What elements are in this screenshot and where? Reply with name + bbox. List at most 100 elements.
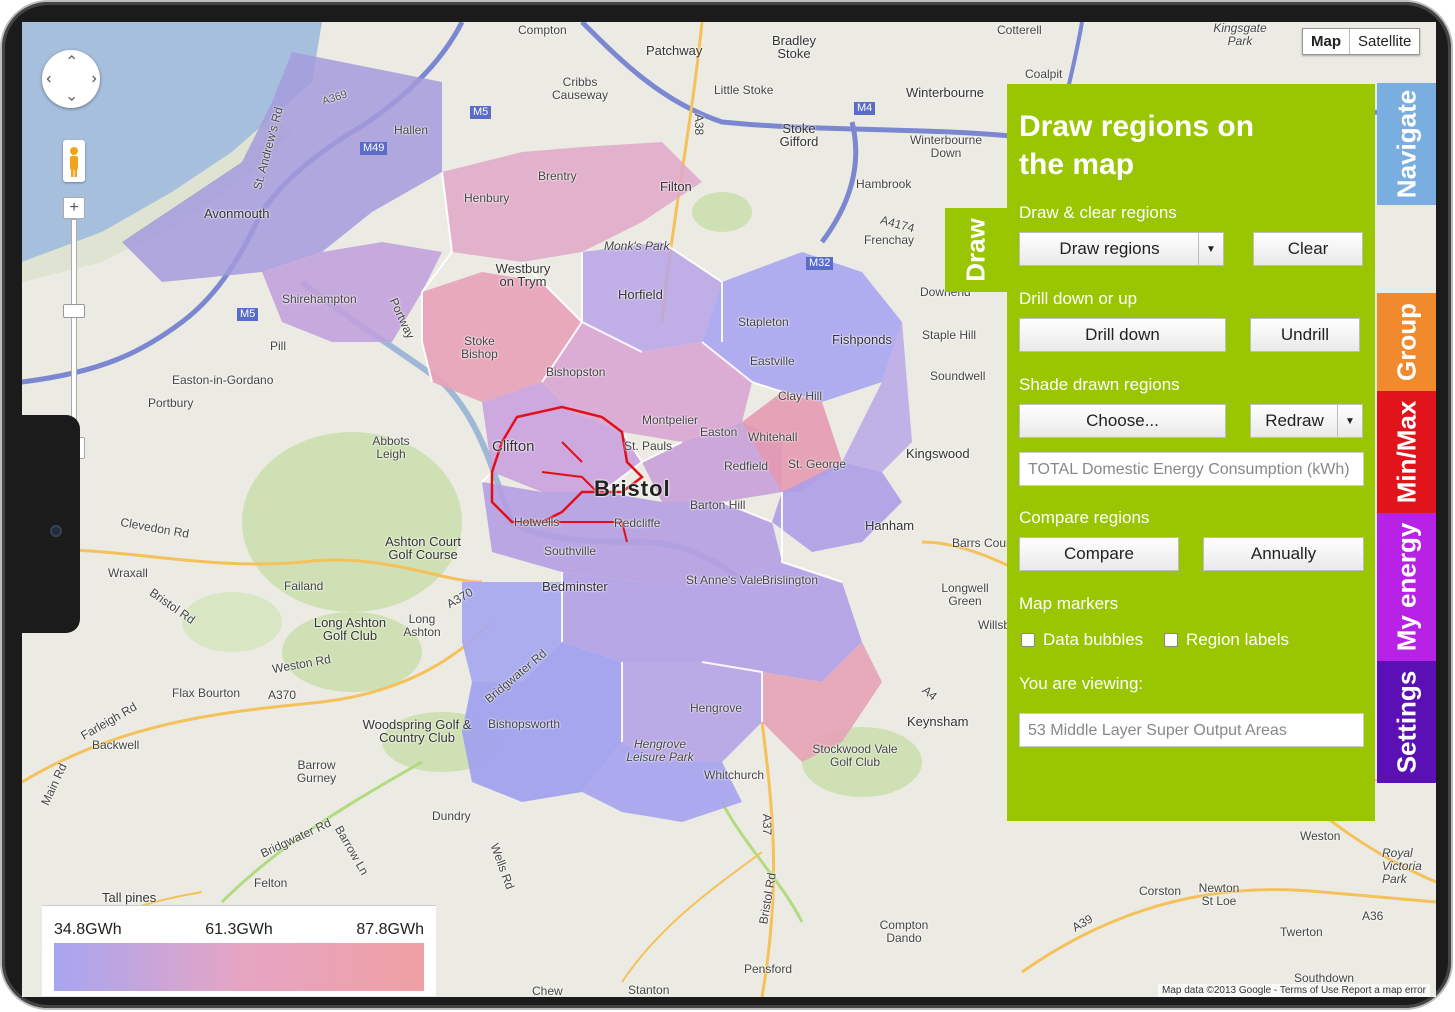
place-label: Chew: [532, 984, 563, 998]
place-label: Bishopston: [546, 365, 606, 379]
map-copyright[interactable]: Map data ©2013 Google - Terms of Use Rep…: [1158, 984, 1430, 997]
place-label: Bishopsworth: [488, 717, 561, 731]
tab-minmax[interactable]: Min/Max: [1377, 391, 1436, 513]
place-label: St. George: [788, 457, 847, 471]
draw-regions-button[interactable]: Draw regions ▼: [1019, 232, 1224, 266]
checkbox-icon[interactable]: [1021, 633, 1035, 647]
place-label: Bradley Stoke: [771, 33, 817, 61]
legend-color-ramp: [54, 943, 424, 991]
checkbox-icon[interactable]: [1164, 633, 1178, 647]
map-type-control: Map Satellite: [1302, 28, 1421, 55]
place-label: Wraxall: [108, 566, 148, 580]
tab-group-label: Group: [1391, 303, 1421, 381]
tab-my-energy[interactable]: My energy: [1377, 513, 1436, 661]
place-label: Hengrove Leisure Park: [626, 737, 694, 764]
chevron-down-icon[interactable]: ▼: [1337, 405, 1362, 437]
region-labels-checkbox[interactable]: Region labels: [1164, 630, 1289, 650]
road-label: M5: [237, 308, 259, 321]
markers-heading: Map markers: [1019, 594, 1119, 613]
pan-up-icon[interactable]: ⌃: [65, 52, 78, 72]
place-label: Hengrove: [690, 701, 743, 715]
pan-down-icon[interactable]: ⌃: [65, 84, 78, 104]
place-label: Whitehall: [748, 430, 798, 444]
place-label: Coalpit: [1025, 67, 1063, 81]
city-label: Bristol: [594, 476, 671, 501]
place-label: Abbots Leigh: [372, 434, 410, 461]
place-label: Avonmouth: [204, 206, 270, 221]
pan-control[interactable]: ⌃ ⌃ ⌃ ⌃: [42, 50, 100, 108]
place-label: Keynsham: [907, 714, 969, 729]
map-type-satellite-button[interactable]: Satellite: [1350, 29, 1419, 54]
place-label: Shirehampton: [282, 292, 357, 306]
place-label: Portbury: [148, 396, 194, 410]
place-label: Twerton: [1280, 925, 1323, 939]
place-label: Monk's Park: [604, 239, 670, 253]
place-label: Long Ashton Golf Club: [313, 615, 387, 643]
place-label: Barrow Gurney: [296, 758, 337, 785]
place-label: Southville: [544, 544, 597, 558]
tablet-bezel-notch: [22, 415, 80, 633]
draw-panel: Draw regions on the map Draw & clear reg…: [1007, 84, 1375, 821]
redraw-button[interactable]: Redraw ▼: [1250, 404, 1363, 438]
viewing-field: 53 Middle Layer Super Output Areas: [1019, 713, 1364, 747]
tab-draw[interactable]: Draw: [945, 208, 1007, 292]
place-label: Weston: [1300, 829, 1341, 843]
place-label: Cribbs Causeway: [551, 75, 609, 102]
place-label: Patchway: [646, 43, 703, 58]
place-label: Stoke Gifford: [779, 121, 819, 149]
zoom-in-button[interactable]: +: [63, 197, 85, 219]
chevron-down-icon[interactable]: ▼: [1198, 233, 1223, 265]
place-label: Horfield: [618, 287, 663, 302]
shade-heading: Shade drawn regions: [1019, 375, 1180, 394]
place-label: Redfield: [724, 459, 769, 473]
data-bubbles-label: Data bubbles: [1043, 630, 1144, 649]
tab-minmax-label: Min/Max: [1391, 400, 1421, 504]
pan-left-icon[interactable]: ⌃: [44, 72, 64, 85]
street-view-pegman[interactable]: [63, 140, 85, 182]
map-type-map-button[interactable]: Map: [1303, 29, 1350, 54]
place-label: Felton: [254, 876, 288, 890]
data-bubbles-checkbox[interactable]: Data bubbles: [1021, 630, 1143, 650]
shading-variable-field[interactable]: TOTAL Domestic Energy Consumption (kWh): [1019, 452, 1364, 486]
tab-navigate[interactable]: Navigate: [1377, 83, 1436, 205]
road-label: A370: [268, 688, 297, 702]
tab-my-energy-label: My energy: [1391, 522, 1421, 652]
zoom-slider-track[interactable]: [71, 219, 77, 439]
compare-button[interactable]: Compare: [1019, 537, 1179, 571]
zoom-slider-handle[interactable]: [63, 304, 85, 318]
place-label: Eastville: [750, 354, 795, 368]
clear-button[interactable]: Clear: [1253, 232, 1363, 266]
legend-max-value: 87.8GWh: [356, 921, 424, 938]
tab-group[interactable]: Group: [1377, 293, 1436, 391]
place-label: Henbury: [464, 191, 510, 205]
place-label: Stapleton: [738, 315, 789, 329]
road-label: M32: [806, 257, 834, 270]
drill-heading: Drill down or up: [1019, 289, 1138, 308]
choose-button[interactable]: Choose...: [1019, 404, 1226, 438]
pan-right-icon[interactable]: ⌃: [80, 72, 100, 85]
road-label: A38: [692, 113, 707, 136]
place-label: Soundwell: [930, 369, 986, 383]
energy-legend: 34.8GWh 61.3GWh 87.8GWh: [42, 905, 436, 996]
drill-down-button[interactable]: Drill down: [1019, 318, 1226, 352]
draw-regions-label: Draw regions: [1059, 239, 1160, 258]
place-label: Kingswood: [906, 446, 970, 461]
place-label: St Anne's Vale: [686, 573, 763, 587]
road-label: M4: [854, 102, 876, 115]
place-label: Royal Victoria Park: [1382, 846, 1422, 886]
panel-title: Draw regions on the map: [1019, 110, 1255, 181]
place-label: Woodspring Golf & Country Club: [362, 717, 472, 745]
place-label: Little Stoke: [714, 83, 774, 97]
undrill-button[interactable]: Undrill: [1250, 318, 1360, 352]
map-screen[interactable]: Compton Patchway Bradley Stoke Cotterell…: [22, 22, 1436, 997]
place-label: Easton: [700, 425, 738, 439]
place-label: Corston: [1139, 884, 1182, 898]
place-label: Filton: [660, 179, 692, 194]
pegman-icon: [70, 147, 78, 177]
tab-settings[interactable]: Settings: [1377, 661, 1436, 783]
annually-button[interactable]: Annually: [1203, 537, 1364, 571]
place-label: Pensford: [744, 962, 793, 976]
place-label: Flax Bourton: [172, 686, 241, 700]
place-label: Compton Dando: [879, 918, 929, 945]
place-label: Backwell: [92, 738, 140, 752]
